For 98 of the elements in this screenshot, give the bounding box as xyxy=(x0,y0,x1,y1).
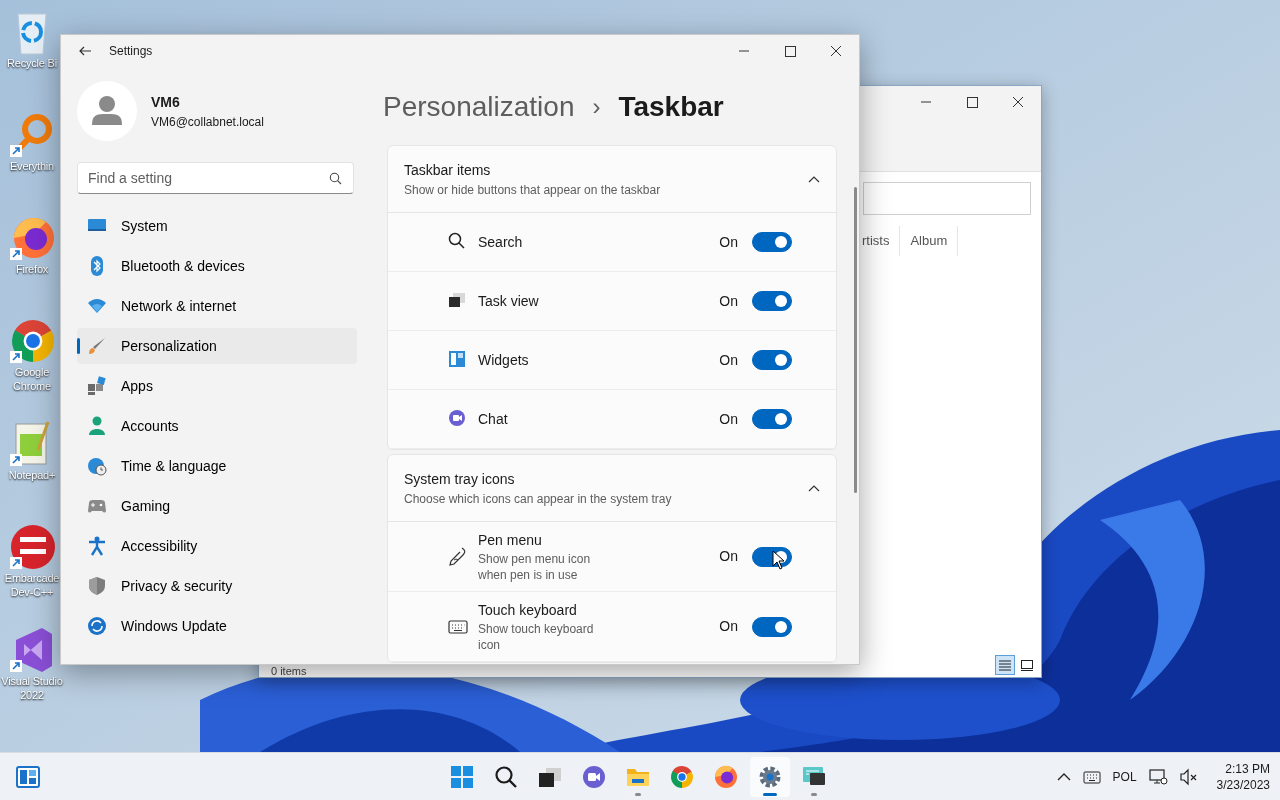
chevron-icon[interactable] xyxy=(808,174,820,184)
nav-item[interactable]: Time & language xyxy=(77,448,357,484)
icon-label: 2022 xyxy=(20,688,44,702)
toggle-switch[interactable] xyxy=(752,291,792,311)
task-view-icon xyxy=(538,765,562,789)
status-text: 0 items xyxy=(271,665,307,677)
setting-description: Show pen menu icon when pen is in use xyxy=(478,551,592,583)
setting-label: Widgets xyxy=(478,350,530,370)
icon-label: Everythin xyxy=(9,159,55,173)
widgets-icon[interactable] xyxy=(16,765,40,788)
icon-label: Visual Studio xyxy=(1,674,63,688)
chat-icon xyxy=(582,765,606,789)
toggle-switch[interactable] xyxy=(752,616,792,637)
running-indicator xyxy=(811,793,817,796)
section-subtitle: Choose which icons can appear in the system tray xyxy=(404,490,673,508)
toggle-switch[interactable] xyxy=(752,409,792,429)
icon-label: Notepad+ xyxy=(8,468,56,482)
selection-indicator xyxy=(77,338,80,354)
refresh-icon xyxy=(87,616,107,636)
gear-icon xyxy=(758,765,782,789)
chevron-icon[interactable] xyxy=(1056,772,1071,782)
window-title: Settings xyxy=(109,43,154,60)
scrollbar[interactable] xyxy=(854,187,857,493)
app-icon[interactable] xyxy=(8,523,56,571)
time-text[interactable]: 2:13 PM xyxy=(1216,761,1270,777)
maximize-icon[interactable] xyxy=(964,95,980,109)
toggle-switch[interactable] xyxy=(752,350,792,370)
setting-description: Show touch keyboard icon xyxy=(478,621,595,653)
setting-label: Search xyxy=(478,232,524,252)
search-icon xyxy=(328,172,342,185)
toggle-state: On xyxy=(719,350,738,370)
browser-icon xyxy=(670,765,694,789)
user-name: VM6 xyxy=(151,92,181,112)
nav-item[interactable]: Accounts xyxy=(77,408,357,444)
nav-item[interactable]: Network & internet xyxy=(77,288,357,324)
nav-item[interactable]: Gaming xyxy=(77,488,357,524)
accessibility-icon xyxy=(87,536,107,556)
breadcrumb-separator: › xyxy=(592,92,601,122)
nav-item[interactable]: Personalization xyxy=(77,328,357,364)
icon-label: Dev-C++ xyxy=(10,585,54,599)
date-text[interactable]: 3/23/2023 xyxy=(1216,777,1270,793)
toggle-switch[interactable] xyxy=(752,232,792,252)
globe-clock-icon xyxy=(87,456,107,476)
back-icon[interactable] xyxy=(77,45,93,57)
chevron-icon[interactable] xyxy=(808,483,820,493)
setting-label: Pen menu xyxy=(478,531,543,550)
close-icon[interactable] xyxy=(1010,95,1026,109)
pen-icon xyxy=(448,546,468,567)
toggle-state: On xyxy=(719,291,738,311)
network-icon[interactable] xyxy=(1148,768,1168,786)
browser-icon xyxy=(714,765,738,789)
column-header[interactable]: rtists xyxy=(862,226,901,256)
setting-label: Chat xyxy=(478,409,509,429)
keyboard-icon[interactable] xyxy=(1082,769,1101,785)
mute-icon[interactable] xyxy=(1179,768,1197,786)
setting-label: Touch keyboard xyxy=(478,601,578,620)
toggle-state: On xyxy=(719,617,738,636)
toggle-state: On xyxy=(719,547,738,566)
apps-icon xyxy=(87,376,107,396)
running-indicator xyxy=(635,793,641,796)
icon-label: Recycle Bi xyxy=(7,56,57,70)
breadcrumb-link[interactable]: Personalization xyxy=(383,87,575,127)
preview-icon xyxy=(1020,659,1034,671)
icon-label: Firefox xyxy=(15,262,49,276)
section-title: Taskbar items xyxy=(404,160,492,180)
section-subtitle: Show or hide buttons that appear on the taskbar xyxy=(404,181,662,199)
setting-label: Task view xyxy=(478,291,540,311)
list-icon xyxy=(998,659,1012,671)
widgets-icon xyxy=(448,350,468,370)
icon-label: Chrome xyxy=(13,379,51,393)
search-field[interactable] xyxy=(863,182,1031,215)
shield-icon xyxy=(87,576,107,596)
nav-item[interactable]: System xyxy=(77,208,357,244)
toggle-state: On xyxy=(719,232,738,252)
maximize-icon[interactable] xyxy=(782,44,798,58)
search-icon xyxy=(494,765,518,789)
column-header[interactable]: Album xyxy=(910,226,959,256)
nav-item[interactable]: Accessibility xyxy=(77,528,357,564)
icon-label: Google xyxy=(14,365,50,379)
chat-icon xyxy=(448,409,468,429)
nav-item[interactable]: Apps xyxy=(77,368,357,404)
running-indicator xyxy=(763,793,777,796)
person-icon xyxy=(92,95,122,127)
close-icon[interactable] xyxy=(828,44,844,58)
nav-item[interactable]: Windows Update xyxy=(77,608,357,644)
user-email: VM6@collabnet.local xyxy=(151,113,264,131)
start-icon xyxy=(450,765,474,789)
cursor-icon xyxy=(772,550,785,570)
nav-item[interactable]: Privacy & security xyxy=(77,568,357,604)
toggle-state: On xyxy=(719,409,738,429)
language-indicator[interactable]: POL xyxy=(1112,768,1137,786)
person-icon xyxy=(87,416,107,436)
brush-icon xyxy=(87,336,107,356)
icon-label: Embarcade xyxy=(4,571,60,585)
page-title: Taskbar xyxy=(618,90,724,124)
search-field[interactable]: Find a setting xyxy=(77,162,354,194)
section-title: System tray icons xyxy=(404,469,516,489)
nav-item[interactable]: Bluetooth & devices xyxy=(77,248,357,284)
